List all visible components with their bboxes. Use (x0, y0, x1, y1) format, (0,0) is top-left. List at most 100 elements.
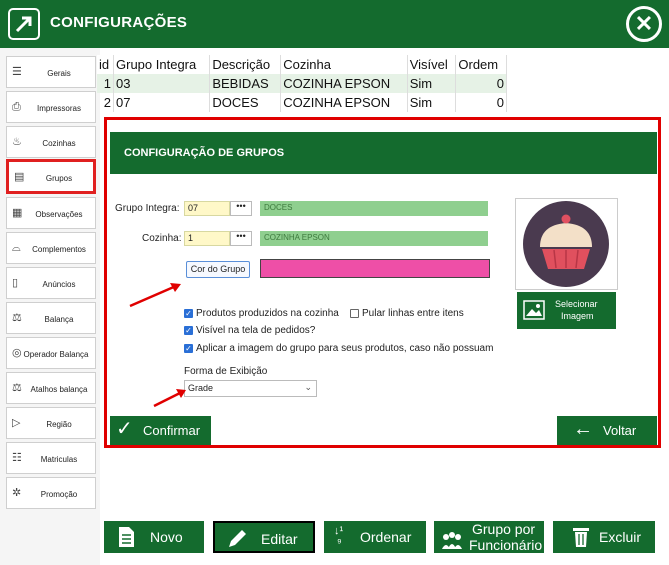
chevron-down-icon: ⌄ (304, 382, 312, 392)
checkbox-produtos-cozinha-label: Produtos produzidos na cozinha (196, 308, 339, 319)
cupcake-icon (523, 201, 609, 287)
column-header: Visível (407, 55, 457, 74)
grupo-por-funcionario-button[interactable]: Grupo por Funcionário (434, 521, 544, 553)
editar-button[interactable]: Editar (213, 521, 315, 553)
selecionar-line1: Selecionar (555, 299, 598, 309)
document-icon (119, 527, 134, 547)
voltar-label: Voltar (603, 423, 637, 438)
checkbox-visivel-pedidos[interactable]: ✓ (184, 326, 193, 335)
plate-icon: ⌓ (12, 242, 21, 254)
cell-ordem: 0 (455, 93, 507, 112)
annotation-arrow-icon (129, 283, 181, 308)
notes-icon: ▦ (12, 207, 23, 219)
sidebar-item-balanca[interactable]: ⚖ Balança (6, 302, 96, 334)
cell-cozinha: COZINHA EPSON (280, 74, 408, 93)
cell-descricao: BEBIDAS (209, 74, 282, 93)
groups-table: id Grupo Integra Descrição Cozinha Visív… (97, 55, 509, 112)
checkbox-produtos-cozinha[interactable]: ✓ (184, 309, 193, 318)
grupo-integra-label: Grupo Integra: (115, 203, 180, 214)
sidebar-item-gerais[interactable]: ☰ Gerais (6, 56, 96, 88)
cor-do-grupo-button[interactable]: Cor do Grupo (186, 261, 250, 278)
sidebar-item-promocao[interactable]: ✲ Promoção (6, 477, 96, 509)
printer-icon: ⎙ (12, 101, 21, 113)
people-icon: ☷ (12, 452, 22, 464)
app-logo-icon (8, 8, 40, 40)
cell-ordem: 0 (455, 74, 507, 93)
sidebar-item-regiao[interactable]: ▷ Região (6, 407, 96, 439)
novo-button[interactable]: Novo (104, 521, 204, 553)
forma-exibicao-label: Forma de Exibição (184, 366, 268, 377)
pencil-icon (229, 530, 246, 547)
forma-exibicao-select[interactable]: Grade ⌄ (184, 380, 317, 397)
checkbox-pular-linhas-label: Pular linhas entre itens (362, 308, 464, 319)
ordenar-button[interactable]: ↓¹ ⁹ Ordenar (324, 521, 426, 553)
checkbox-aplicar-imagem[interactable]: ✓ (184, 344, 193, 353)
people-icon (442, 532, 462, 549)
cozinha-input[interactable]: 1 (184, 231, 230, 246)
cozinha-label: Cozinha: (142, 233, 182, 244)
cell-visivel: Sim (407, 93, 457, 112)
check-icon: ✓ (116, 418, 133, 440)
grupo-por-line1: Grupo por (472, 521, 536, 537)
sidebar-item-atalhos-balanca[interactable]: ⚖ Atalhos balança (6, 372, 96, 404)
sort-icon: ↓¹ ⁹ (334, 525, 344, 549)
trash-icon (573, 528, 589, 547)
promotion-icon: ✲ (12, 487, 22, 499)
voltar-button[interactable]: ← Voltar (557, 416, 657, 445)
sidebar-item-grupos[interactable]: ▤ Grupos (6, 159, 96, 194)
arrow-left-icon: ← (573, 418, 593, 440)
excluir-button[interactable]: Excluir (553, 521, 655, 553)
table-row[interactable]: 2 07 DOCES COZINHA EPSON Sim 0 (97, 93, 507, 112)
checkbox-pular-linhas[interactable] (350, 309, 359, 318)
checkbox-aplicar-imagem-label: Aplicar a imagem do grupo para seus prod… (196, 343, 494, 354)
sidebar: ☰ Gerais ⎙ Impressoras ♨ Cozinhas ▤ Grupos ▦… (0, 48, 100, 565)
flag-icon: ▷ (12, 417, 21, 429)
checkbox-visivel-pedidos-label: Visível na tela de pedidos? (196, 325, 316, 336)
cell-visivel: Sim (407, 74, 457, 93)
close-icon[interactable]: ✕ (626, 6, 662, 42)
sidebar-item-impressoras[interactable]: ⎙ Impressoras (6, 91, 96, 123)
scale-shortcut-icon: ⚖ (12, 382, 22, 394)
sidebar-item-operador-balanca[interactable]: ◎ Operador Balança (6, 337, 96, 369)
cell-grupo-integra: 03 (113, 74, 211, 93)
sidebar-item-observacoes[interactable]: ▦ Observações (6, 197, 96, 229)
cell-id: 2 (97, 93, 115, 112)
document-icon: ▯ (12, 277, 19, 289)
column-header: Ordem (455, 55, 507, 74)
editar-label: Editar (261, 531, 298, 547)
group-icon: ▤ (14, 171, 25, 183)
column-header: id (97, 55, 115, 74)
sidebar-item-cozinhas[interactable]: ♨ Cozinhas (6, 126, 96, 158)
selecionar-line2: Imagem (561, 311, 594, 321)
cozinha-description: COZINHA EPSON (260, 231, 488, 246)
grupo-integra-lookup-button[interactable]: ••• (230, 201, 252, 216)
confirmar-button[interactable]: ✓ Confirmar (110, 416, 211, 445)
column-header: Cozinha (280, 55, 408, 74)
sidebar-item-matriculas[interactable]: ☷ Matriculas (6, 442, 96, 474)
table-header: id Grupo Integra Descrição Cozinha Visív… (97, 55, 507, 74)
cell-id: 1 (97, 74, 115, 93)
image-icon (523, 300, 545, 320)
cell-cozinha: COZINHA EPSON (280, 93, 408, 112)
sidebar-item-complementos[interactable]: ⌓ Complementos (6, 232, 96, 264)
cell-grupo-integra: 07 (113, 93, 211, 112)
selecionar-imagem-button[interactable]: Selecionar Imagem (517, 292, 616, 329)
annotation-arrow-icon (153, 389, 186, 408)
settings-list-icon: ☰ (12, 66, 22, 78)
cozinha-lookup-button[interactable]: ••• (230, 231, 252, 246)
novo-label: Novo (150, 529, 183, 545)
column-header: Grupo Integra (113, 55, 211, 74)
grupo-por-line2: Funcionário (469, 537, 543, 553)
table-row[interactable]: 1 03 BEBIDAS COZINHA EPSON Sim 0 (97, 74, 507, 93)
app-title: CONFIGURAÇÕES (50, 14, 188, 31)
kitchen-icon: ♨ (12, 136, 22, 148)
group-color-swatch[interactable] (260, 259, 490, 278)
sidebar-item-anuncios[interactable]: ▯ Anúncios (6, 267, 96, 299)
app-header: CONFIGURAÇÕES ✕ (0, 0, 669, 48)
grupo-integra-description: DOCES (260, 201, 488, 216)
forma-exibicao-value: Grade (188, 383, 214, 393)
column-header: Descrição (209, 55, 282, 74)
grupo-integra-input[interactable]: 07 (184, 201, 230, 216)
excluir-label: Excluir (599, 529, 642, 545)
cell-descricao: DOCES (209, 93, 282, 112)
